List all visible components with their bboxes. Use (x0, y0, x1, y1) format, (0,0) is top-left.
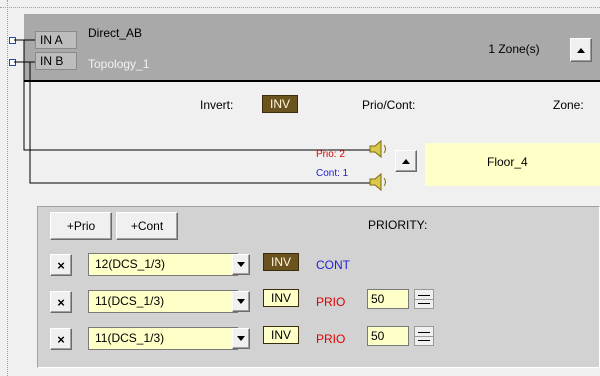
remove-row-button[interactable]: × (50, 291, 72, 313)
zone-name-field[interactable]: Floor_4 (425, 143, 600, 186)
source-dropdown-button[interactable] (232, 328, 250, 349)
spinner-icon[interactable] (414, 289, 434, 309)
row-kind: PRIO (316, 332, 346, 346)
source-select-value: 11(DCS_1/3) (95, 331, 165, 345)
dropdown-arrow-icon (237, 299, 245, 304)
dropdown-arrow-icon (237, 336, 245, 341)
add-prio-button[interactable]: +Prio (50, 212, 112, 240)
prio-indicator: Prio: 2 (316, 149, 345, 160)
spinner-icon[interactable] (414, 326, 434, 346)
row-invert-toggle[interactable]: INV (263, 253, 299, 271)
source-select[interactable]: 11(DCS_1/3) (88, 327, 238, 350)
remove-row-button[interactable]: × (50, 328, 72, 350)
zone-move-up-button[interactable] (395, 150, 417, 172)
speaker-icon (369, 139, 386, 159)
up-arrow-icon (402, 158, 410, 164)
cont-indicator: Cont: 1 (316, 168, 349, 179)
remove-row-button[interactable]: × (50, 254, 72, 276)
source-select-value: 11(DCS_1/3) (95, 294, 165, 308)
dropdown-arrow-icon (237, 262, 245, 267)
priority-level-field[interactable]: 50 (367, 326, 409, 346)
source-dropdown-button[interactable] (232, 291, 250, 312)
source-select-value: 12(DCS_1/3) (95, 257, 166, 271)
add-cont-button[interactable]: +Cont (116, 212, 178, 240)
source-select[interactable]: 12(DCS_1/3) (88, 253, 238, 276)
priority-level-field[interactable]: 50 (367, 289, 409, 309)
row-kind: CONT (316, 258, 350, 272)
source-dropdown-button[interactable] (232, 254, 250, 275)
row-invert-toggle[interactable]: INV (263, 289, 299, 307)
row-invert-toggle[interactable]: INV (263, 326, 299, 344)
speaker-icon (369, 172, 386, 192)
source-select[interactable]: 11(DCS_1/3) (88, 290, 238, 313)
priority-label: PRIORITY: (368, 218, 428, 232)
row-kind: PRIO (316, 295, 346, 309)
